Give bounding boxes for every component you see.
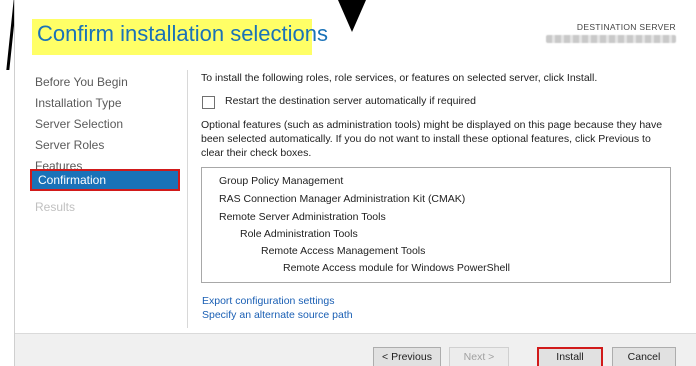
list-item: Remote Server Administration Tools [219,211,386,223]
nav-item-confirmation[interactable]: Confirmation [30,169,180,191]
nav-item-installation-type[interactable]: Installation Type [35,96,122,110]
list-item: Group Policy Management [219,175,344,187]
nav-item-before-you-begin[interactable]: Before You Begin [35,75,128,89]
divider [187,70,188,328]
optional-features-note: Optional features (such as administratio… [201,119,663,159]
alternate-source-link[interactable]: Specify an alternate source path [202,309,353,321]
list-item: Role Administration Tools [240,228,358,240]
destination-server-label: DESTINATION SERVER [576,22,676,32]
nav-item-server-roles[interactable]: Server Roles [35,138,104,152]
wizard-footer: < Previous Next > Install Cancel [15,333,696,366]
annotation-arrow-icon [338,0,366,32]
features-list: Group Policy Management RAS Connection M… [201,167,671,283]
list-item: Remote Access Management Tools [261,245,426,257]
list-item: RAS Connection Manager Administration Ki… [219,193,466,205]
page-title: Confirm installation selections [37,21,329,46]
intro-text: To install the following roles, role ser… [201,72,598,84]
nav-item-results: Results [35,200,76,214]
nav-item-server-selection[interactable]: Server Selection [35,117,123,131]
restart-checkbox[interactable] [202,96,215,109]
next-button: Next > [449,347,509,366]
install-button[interactable]: Install [537,347,603,366]
export-config-link[interactable]: Export configuration settings [202,295,335,307]
list-item: Remote Access module for Windows PowerSh… [283,262,511,274]
cancel-button[interactable]: Cancel [612,347,676,366]
restart-label[interactable]: Restart the destination server automatic… [225,95,476,107]
previous-button[interactable]: < Previous [373,347,441,366]
destination-server-value-blurred [546,35,676,43]
content-panel: To install the following roles, role ser… [187,67,682,331]
wizard-window: Confirm installation selections DESTINAT… [14,0,696,366]
